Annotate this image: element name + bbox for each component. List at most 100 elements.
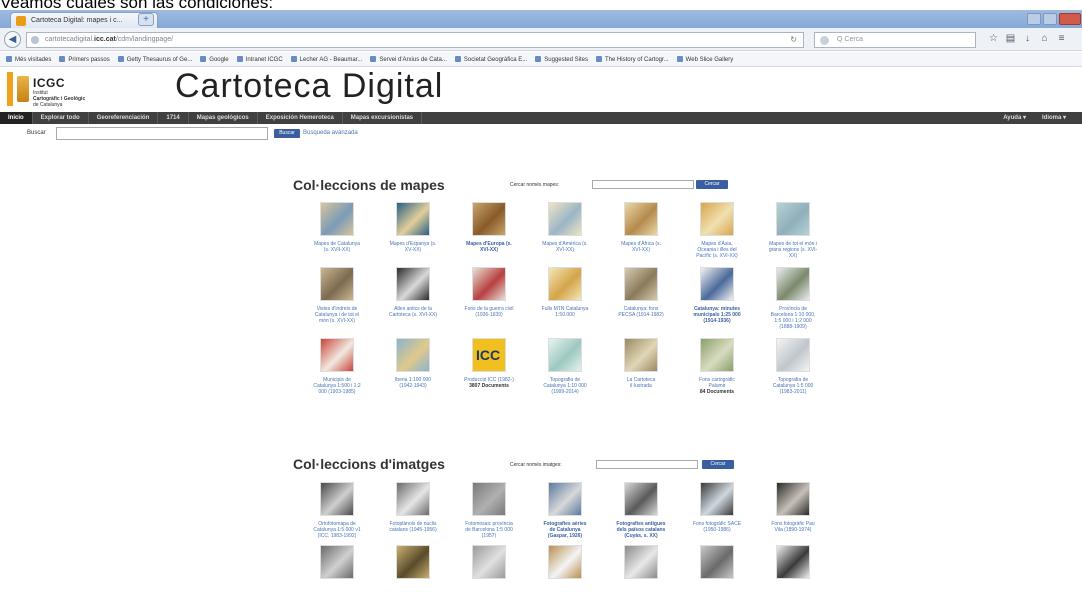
- reload-icon[interactable]: ↻: [790, 35, 797, 44]
- collection-card[interactable]: Mapes d'Espanya (s. XV-XX): [388, 202, 438, 259]
- collection-caption[interactable]: Fons fotogràfic Pau Vila (1890-1974): [768, 521, 818, 533]
- maps-search-input[interactable]: [592, 180, 694, 189]
- collection-caption[interactable]: Topografia de Catalunya 1:10 000 (1999-2…: [540, 377, 590, 395]
- back-button[interactable]: ◀: [4, 31, 21, 48]
- collection-card[interactable]: Fotografies antigues dels països catalan…: [616, 482, 666, 539]
- collection-card[interactable]: Mapes d'Europa (s. XVI-XX): [464, 202, 514, 259]
- close-window-button[interactable]: [1059, 13, 1081, 25]
- collection-thumbnail[interactable]: [472, 545, 506, 579]
- collection-thumbnail[interactable]: [700, 482, 734, 516]
- collection-card[interactable]: Atles antics de la Cartoteca (s. XVI-XX): [388, 267, 438, 330]
- collection-card[interactable]: Municipis de Catalunya 1:500 i 1:2 000 (…: [312, 338, 362, 395]
- collection-caption[interactable]: Producció ICC (1982-) 3807 Documents: [464, 377, 514, 389]
- bookmark-item[interactable]: Més visitades: [6, 56, 51, 63]
- collection-thumbnail[interactable]: [776, 202, 810, 236]
- bookmark-item[interactable]: Primers passos: [59, 56, 110, 63]
- collection-card[interactable]: Mapes d'Àfrica (s. XVI-XX): [616, 202, 666, 259]
- collection-thumbnail[interactable]: [624, 267, 658, 301]
- bookmark-item[interactable]: Web Slice Gallery: [676, 56, 733, 63]
- menu-right-item[interactable]: Idioma ▾: [1034, 112, 1074, 124]
- collection-caption[interactable]: Fotoplànols de nuclis catalans (1945-195…: [388, 521, 438, 533]
- site-info-icon[interactable]: [31, 36, 39, 44]
- collection-caption[interactable]: Mapes d'Espanya (s. XV-XX): [388, 241, 438, 253]
- collection-thumbnail[interactable]: [320, 482, 354, 516]
- menu-item[interactable]: Mapas geológicos: [189, 112, 258, 124]
- bookmark-item[interactable]: Intranet ICGC: [236, 56, 283, 63]
- collection-card[interactable]: La Cartoteca il·lustrada: [616, 338, 666, 395]
- menu-right-item[interactable]: Ayuda ▾: [995, 112, 1034, 124]
- collection-caption[interactable]: Fotomosaic província de Barcelona 1:5 00…: [464, 521, 514, 539]
- bookmark-item[interactable]: Getty Thesaurus of Ge...: [117, 56, 192, 63]
- collection-caption[interactable]: Iberia 1:100 000 (1942-1943): [388, 377, 438, 389]
- collection-caption[interactable]: Mapes de Catalunya (s. XVII-XX): [312, 241, 362, 253]
- collection-thumbnail[interactable]: [776, 338, 810, 372]
- collection-thumbnail[interactable]: [700, 202, 734, 236]
- collection-caption[interactable]: Mapes d'Europa (s. XVI-XX): [464, 241, 514, 253]
- collection-card[interactable]: Fons fotogràfic Pau Vila (1890-1974): [768, 482, 818, 539]
- bookmark-item[interactable]: Servei d'Arxius de Cata...: [370, 56, 447, 63]
- collection-thumbnail[interactable]: [548, 202, 582, 236]
- collection-card[interactable]: [540, 545, 590, 579]
- search-button[interactable]: Buscar: [274, 129, 300, 138]
- menu-item[interactable]: Mapas excursionistas: [343, 112, 423, 124]
- collection-card[interactable]: Mapes d'Amèrica (s. XVI-XX): [540, 202, 590, 259]
- collection-caption[interactable]: Fons de la guerra civil (1936-1939): [464, 306, 514, 318]
- bookmark-item[interactable]: Suggested Sites: [535, 56, 588, 63]
- collection-thumbnail[interactable]: [700, 338, 734, 372]
- collection-thumbnail[interactable]: [548, 482, 582, 516]
- collection-card[interactable]: [464, 545, 514, 579]
- collection-card[interactable]: [692, 545, 742, 579]
- collection-thumbnail[interactable]: [320, 338, 354, 372]
- menu-icon[interactable]: ≡: [1056, 33, 1067, 45]
- collection-thumbnail[interactable]: [396, 545, 430, 579]
- collection-card[interactable]: Província de Barcelona 1:10 000, 1:5 000…: [768, 267, 818, 330]
- menu-item[interactable]: Explorar todo: [33, 112, 89, 124]
- maximize-button[interactable]: [1043, 13, 1057, 25]
- collection-thumbnail[interactable]: [320, 202, 354, 236]
- collection-thumbnail[interactable]: [472, 482, 506, 516]
- collection-card[interactable]: Fons de la guerra civil (1936-1939): [464, 267, 514, 330]
- images-search-input[interactable]: [596, 460, 698, 469]
- collection-card[interactable]: [616, 545, 666, 579]
- search-input[interactable]: [56, 127, 268, 140]
- advanced-search-link[interactable]: Búsqueda avanzada: [303, 130, 358, 136]
- collection-caption[interactable]: Ortofotomapa de Catalunya 1:5 000 v1 (IC…: [312, 521, 362, 539]
- collection-card[interactable]: [388, 545, 438, 579]
- collection-card[interactable]: [312, 545, 362, 579]
- collection-thumbnail[interactable]: [776, 482, 810, 516]
- menu-item[interactable]: 1714: [158, 112, 189, 124]
- collection-card[interactable]: Mapes d'Àsia, Oceania i illes del Pacífi…: [692, 202, 742, 259]
- collection-card[interactable]: Vistes d'indrets de Catalunya i de tot e…: [312, 267, 362, 330]
- collection-card[interactable]: Fotoplànols de nuclis catalans (1945-195…: [388, 482, 438, 539]
- collection-thumbnail[interactable]: [396, 482, 430, 516]
- browser-search-input[interactable]: Q Cerca: [814, 32, 976, 48]
- browser-tab[interactable]: Cartoteca Digital: mapes i c... ✕: [10, 12, 158, 28]
- collection-thumbnail[interactable]: [700, 545, 734, 579]
- minimize-button[interactable]: [1027, 13, 1041, 25]
- collection-card[interactable]: Topografia de Catalunya 1:10 000 (1999-2…: [540, 338, 590, 395]
- collection-thumbnail[interactable]: [624, 482, 658, 516]
- maps-search-button[interactable]: Cercar: [696, 180, 728, 189]
- collection-caption[interactable]: Atles antics de la Cartoteca (s. XVI-XX): [388, 306, 438, 318]
- download-icon[interactable]: ↓: [1022, 33, 1033, 45]
- collection-card[interactable]: Fons cartogràfic Palumir 84 Documents: [692, 338, 742, 395]
- collection-caption[interactable]: Catalunya: fons PECSA (1914-1982): [616, 306, 666, 318]
- collection-thumbnail[interactable]: [472, 202, 506, 236]
- collection-caption[interactable]: Fotografies aèries de Catalunya (Gaspar,…: [540, 521, 590, 539]
- collection-card[interactable]: Iberia 1:100 000 (1942-1943): [388, 338, 438, 395]
- collection-card[interactable]: Fotomosaic província de Barcelona 1:5 00…: [464, 482, 514, 539]
- images-search-button[interactable]: Cercar: [702, 460, 734, 469]
- collection-caption[interactable]: Fons fotogràfic SACE (1950-1986): [692, 521, 742, 533]
- collection-thumbnail[interactable]: [700, 267, 734, 301]
- collection-card[interactable]: Fulls MTN Catalunya 1:50.000: [540, 267, 590, 330]
- collection-card[interactable]: Catalunya: minutes municipals 1:25 000 (…: [692, 267, 742, 330]
- menu-item[interactable]: Georeferenciación: [89, 112, 159, 124]
- collection-thumbnail[interactable]: [776, 267, 810, 301]
- collection-thumbnail[interactable]: [548, 338, 582, 372]
- collection-card[interactable]: Catalunya: fons PECSA (1914-1982): [616, 267, 666, 330]
- search-engine-icon[interactable]: [820, 36, 829, 45]
- collection-caption[interactable]: Província de Barcelona 1:10 000, 1:5 000…: [768, 306, 818, 330]
- collection-thumbnail[interactable]: [624, 338, 658, 372]
- collection-thumbnail[interactable]: [320, 267, 354, 301]
- collection-caption[interactable]: Mapes d'Amèrica (s. XVI-XX): [540, 241, 590, 253]
